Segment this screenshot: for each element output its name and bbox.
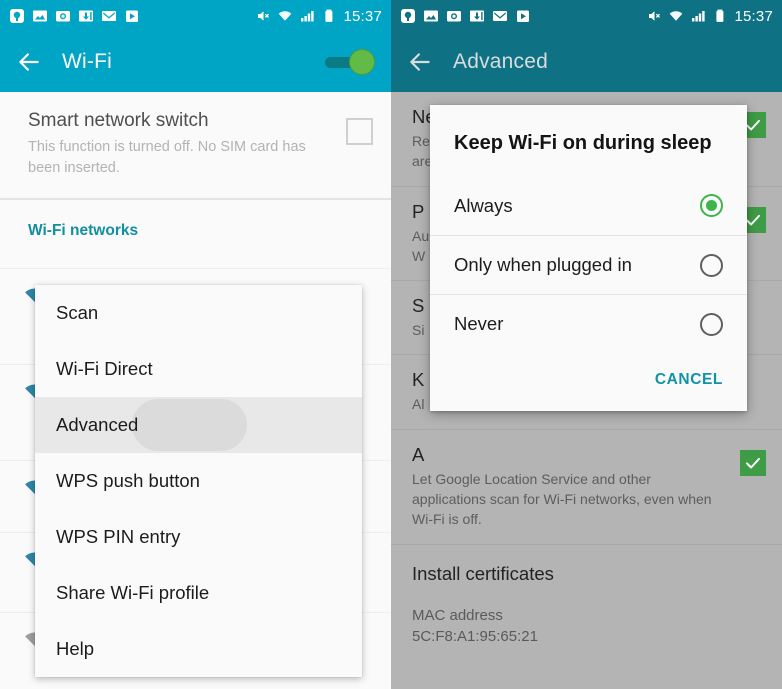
mute-icon bbox=[649, 11, 661, 21]
touch-ripple bbox=[132, 399, 247, 451]
camera-icon bbox=[447, 11, 461, 22]
radio-option-always[interactable]: Always bbox=[430, 176, 747, 235]
back-arrow-icon[interactable] bbox=[16, 49, 42, 75]
status-bar: 15:37 bbox=[391, 0, 782, 32]
dialog-actions: CANCEL bbox=[430, 353, 747, 411]
radio-label: Never bbox=[454, 313, 504, 334]
status-bar-clock: 15:37 bbox=[343, 7, 382, 25]
menu-item-help[interactable]: Help bbox=[35, 621, 362, 677]
cancel-button[interactable]: CANCEL bbox=[655, 371, 723, 389]
radio-label: Only when plugged in bbox=[454, 254, 632, 275]
status-bar-notification-icons bbox=[400, 8, 646, 24]
wifi-networks-section-header: Wi-Fi networks bbox=[28, 222, 139, 240]
install-certificates-label: Install certificates bbox=[412, 562, 554, 584]
mac-address-label: MAC address bbox=[412, 606, 503, 624]
menu-item-label: WPS push button bbox=[56, 470, 200, 491]
overflow-menu: Scan Wi-Fi Direct Advanced WPS push butt… bbox=[35, 285, 362, 677]
menu-item-wps-push-button[interactable]: WPS push button bbox=[35, 453, 362, 509]
right-screen-advanced-settings: 15:37 Advanced Network notification Rece… bbox=[391, 0, 782, 689]
signal-icon bbox=[301, 11, 315, 22]
signal-icon bbox=[692, 11, 706, 22]
menu-item-label: Share Wi-Fi profile bbox=[56, 582, 210, 603]
photo-icon bbox=[424, 10, 438, 22]
pref-title: A bbox=[412, 443, 425, 465]
photo-icon bbox=[33, 10, 47, 22]
smart-network-switch-checkbox[interactable] bbox=[346, 118, 373, 145]
radio-button[interactable] bbox=[700, 312, 723, 336]
menu-item-wifi-direct[interactable]: Wi-Fi Direct bbox=[35, 341, 362, 397]
play-store-icon bbox=[126, 10, 138, 22]
radio-button-selected[interactable] bbox=[700, 194, 723, 217]
mac-address-value: 5C:F8:A1:95:65:21 bbox=[412, 627, 538, 645]
page-title: Advanced bbox=[453, 50, 549, 73]
smart-network-switch-row[interactable]: Smart network switch This function is tu… bbox=[0, 92, 391, 198]
smart-network-switch-text: Smart network switch This function is tu… bbox=[28, 110, 346, 178]
menu-item-label: Help bbox=[56, 638, 95, 659]
checkbox-checked[interactable] bbox=[740, 449, 766, 476]
pref-text: A Let Google Location Service and other … bbox=[412, 444, 740, 530]
chat-icon bbox=[401, 9, 415, 23]
battery-icon bbox=[325, 9, 333, 22]
wifi-icon bbox=[670, 11, 683, 21]
radio-label: Always bbox=[454, 194, 513, 216]
smart-network-switch-title: Smart network switch bbox=[28, 110, 209, 131]
keep-wifi-on-dialog: Keep Wi-Fi on during sleep Always Only w… bbox=[430, 105, 747, 411]
back-arrow-icon[interactable] bbox=[407, 49, 433, 75]
toggle-thumb bbox=[349, 49, 375, 75]
menu-item-label: Advanced bbox=[56, 414, 139, 435]
status-bar-notification-icons bbox=[9, 8, 255, 24]
menu-item-label: Scan bbox=[56, 302, 99, 323]
app-bar: Wi-Fi bbox=[0, 32, 391, 92]
smart-network-switch-subtitle: This function is turned off. No SIM card… bbox=[28, 139, 306, 176]
download-icon bbox=[79, 10, 93, 22]
gmail-icon bbox=[102, 11, 116, 21]
menu-item-wps-pin-entry[interactable]: WPS PIN entry bbox=[35, 509, 362, 565]
page-title: Wi-Fi bbox=[62, 50, 112, 73]
radio-option-only-when-plugged-in[interactable]: Only when plugged in bbox=[430, 235, 747, 294]
mute-icon bbox=[258, 11, 270, 21]
mac-address-block: MAC address 5C:F8:A1:95:65:21 bbox=[391, 591, 782, 651]
app-bar: Advanced bbox=[391, 32, 782, 92]
radio-dot bbox=[706, 200, 717, 211]
play-store-icon bbox=[517, 10, 529, 22]
chat-icon bbox=[10, 9, 24, 23]
wifi-toggle-switch[interactable] bbox=[323, 49, 375, 75]
pref-install-certificates[interactable]: Install certificates bbox=[391, 545, 782, 591]
radio-button[interactable] bbox=[700, 253, 723, 277]
menu-item-label: Wi-Fi Direct bbox=[56, 358, 153, 379]
status-bar: 15:37 bbox=[0, 0, 391, 32]
battery-icon bbox=[716, 9, 724, 22]
download-icon bbox=[470, 10, 484, 22]
dialog-title: Keep Wi-Fi on during sleep bbox=[454, 132, 712, 154]
pref-subtitle: Let Google Location Service and other ap… bbox=[412, 470, 712, 528]
menu-item-share-wifi-profile[interactable]: Share Wi-Fi profile bbox=[35, 565, 362, 621]
camera-icon bbox=[56, 11, 70, 22]
gmail-icon bbox=[493, 11, 507, 21]
menu-item-label: WPS PIN entry bbox=[56, 526, 181, 547]
status-bar-clock: 15:37 bbox=[734, 7, 773, 25]
wifi-icon bbox=[279, 11, 292, 21]
pref-always-allow-scanning[interactable]: A Let Google Location Service and other … bbox=[391, 430, 782, 545]
menu-item-advanced[interactable]: Advanced bbox=[35, 397, 362, 453]
menu-item-scan[interactable]: Scan bbox=[35, 285, 362, 341]
check-icon bbox=[746, 457, 760, 469]
status-bar-system-icons: 15:37 bbox=[255, 8, 382, 25]
screenshot-root: 15:37 Wi-Fi Smart network switch This fu… bbox=[0, 0, 782, 689]
status-bar-system-icons: 15:37 bbox=[646, 8, 773, 25]
left-screen-wifi-settings: 15:37 Wi-Fi Smart network switch This fu… bbox=[0, 0, 391, 689]
radio-option-never[interactable]: Never bbox=[430, 294, 747, 353]
